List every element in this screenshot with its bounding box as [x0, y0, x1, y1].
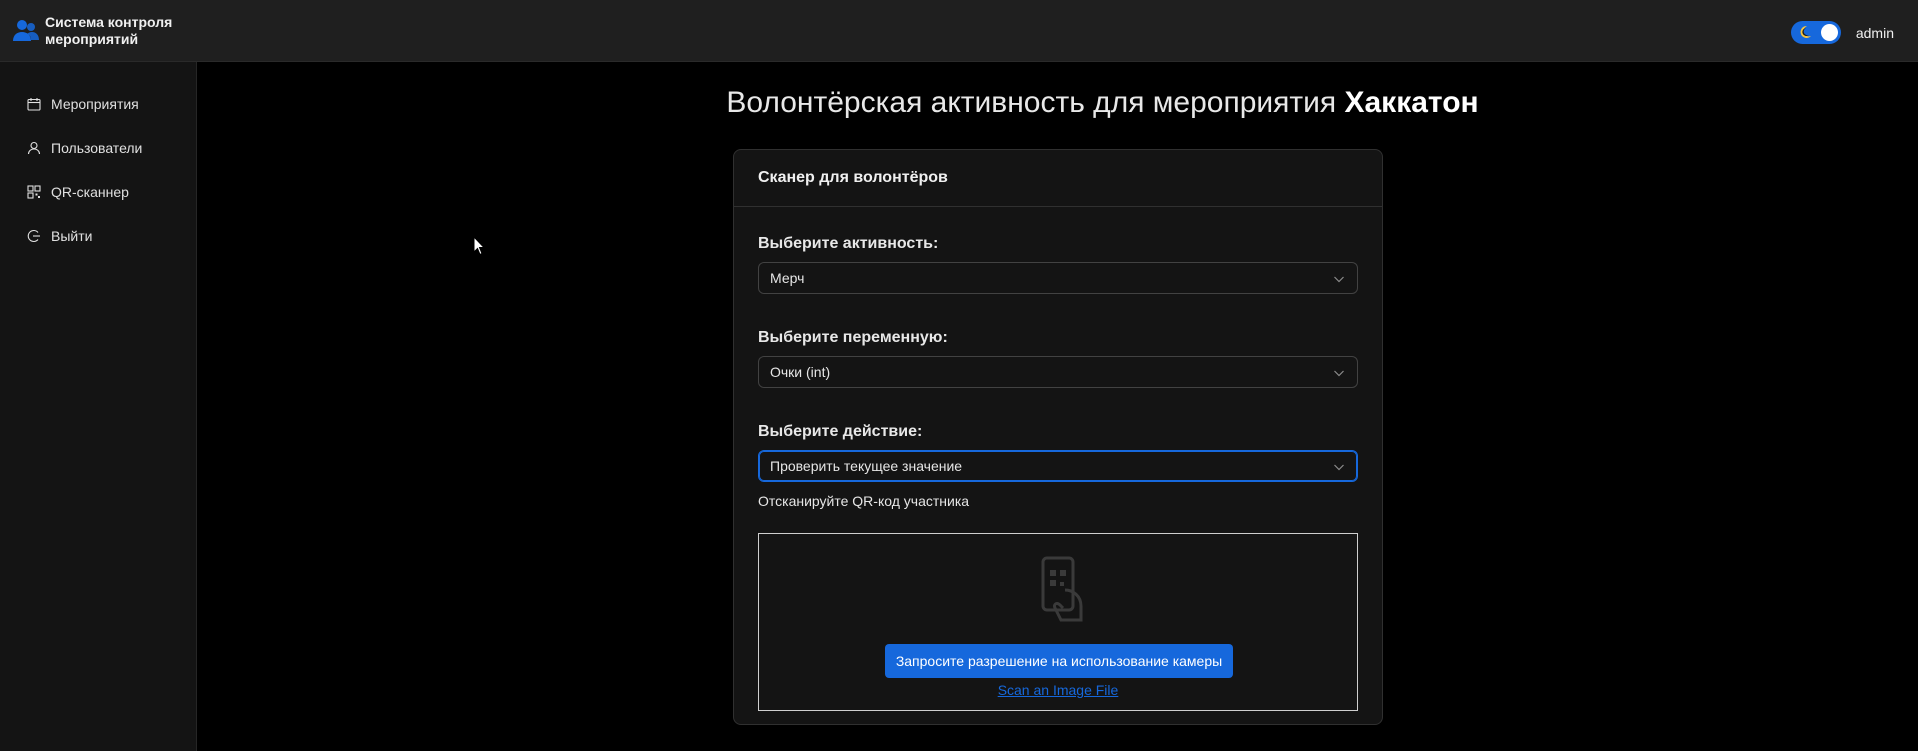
sidebar-item-label: Выйти: [51, 228, 93, 244]
app-title: Система контроля мероприятий: [45, 14, 173, 47]
sidebar-item-events[interactable]: Мероприятия: [0, 82, 196, 126]
qrcode-icon: [27, 185, 41, 199]
action-select[interactable]: Проверить текущее значение: [758, 450, 1358, 482]
logout-icon: [27, 230, 40, 242]
phone-scan-icon: [1041, 556, 1083, 622]
page-title: Волонтёрская активность для мероприятия …: [197, 86, 1918, 120]
users-icon: [13, 20, 39, 41]
user-name[interactable]: admin: [1856, 25, 1894, 41]
theme-toggle[interactable]: [1790, 21, 1841, 44]
sidebar-item-label: Пользователи: [51, 140, 143, 156]
chevron-down-icon: [1334, 276, 1344, 283]
card-header: Сканер для волонтёров: [734, 150, 1382, 207]
brand[interactable]: Система контроля мероприятий: [13, 14, 185, 48]
page-title-prefix: Волонтёрская активность для мероприятия: [726, 86, 1337, 119]
action-select-value: Проверить текущее значение: [770, 458, 963, 474]
mouse-cursor-icon: [473, 236, 485, 256]
scan-hint: Отсканируйте QR-код участника: [758, 493, 970, 509]
action-label: Выберите действие:: [758, 423, 923, 440]
sidebar-item-label: Мероприятия: [51, 96, 139, 112]
variable-select-value: Очки (int): [770, 364, 831, 380]
variable-label: Выберите переменную:: [758, 329, 948, 346]
moon-icon: [1800, 25, 1811, 38]
sidebar: Мероприятия Пользователи QR-сканнер Выйт…: [0, 62, 197, 751]
calendar-icon: [27, 98, 41, 111]
sidebar-item-users[interactable]: Пользователи: [0, 126, 196, 170]
sidebar-item-qr-scanner[interactable]: QR-сканнер: [0, 170, 196, 214]
activity-select[interactable]: Мерч: [758, 262, 1358, 294]
toggle-knob: [1820, 24, 1838, 41]
scan-image-file-link[interactable]: Scan an Image File: [759, 682, 1357, 698]
request-camera-button[interactable]: Запросите разрешение на использование ка…: [885, 644, 1233, 678]
activity-select-value: Мерч: [770, 270, 805, 286]
sidebar-item-logout[interactable]: Выйти: [0, 214, 196, 258]
top-header: Система контроля мероприятий admin: [0, 0, 1918, 62]
activity-label: Выберите активность:: [758, 235, 939, 252]
qr-scanner-region[interactable]: Запросите разрешение на использование ка…: [758, 533, 1358, 711]
chevron-down-icon: [1334, 464, 1344, 471]
sidebar-item-label: QR-сканнер: [51, 184, 129, 200]
volunteer-scanner-card: Сканер для волонтёров Выберите активност…: [733, 149, 1383, 725]
user-icon: [27, 141, 41, 155]
page-title-event: Хаккатон: [1344, 86, 1479, 119]
variable-select[interactable]: Очки (int): [758, 356, 1358, 388]
chevron-down-icon: [1334, 370, 1344, 377]
